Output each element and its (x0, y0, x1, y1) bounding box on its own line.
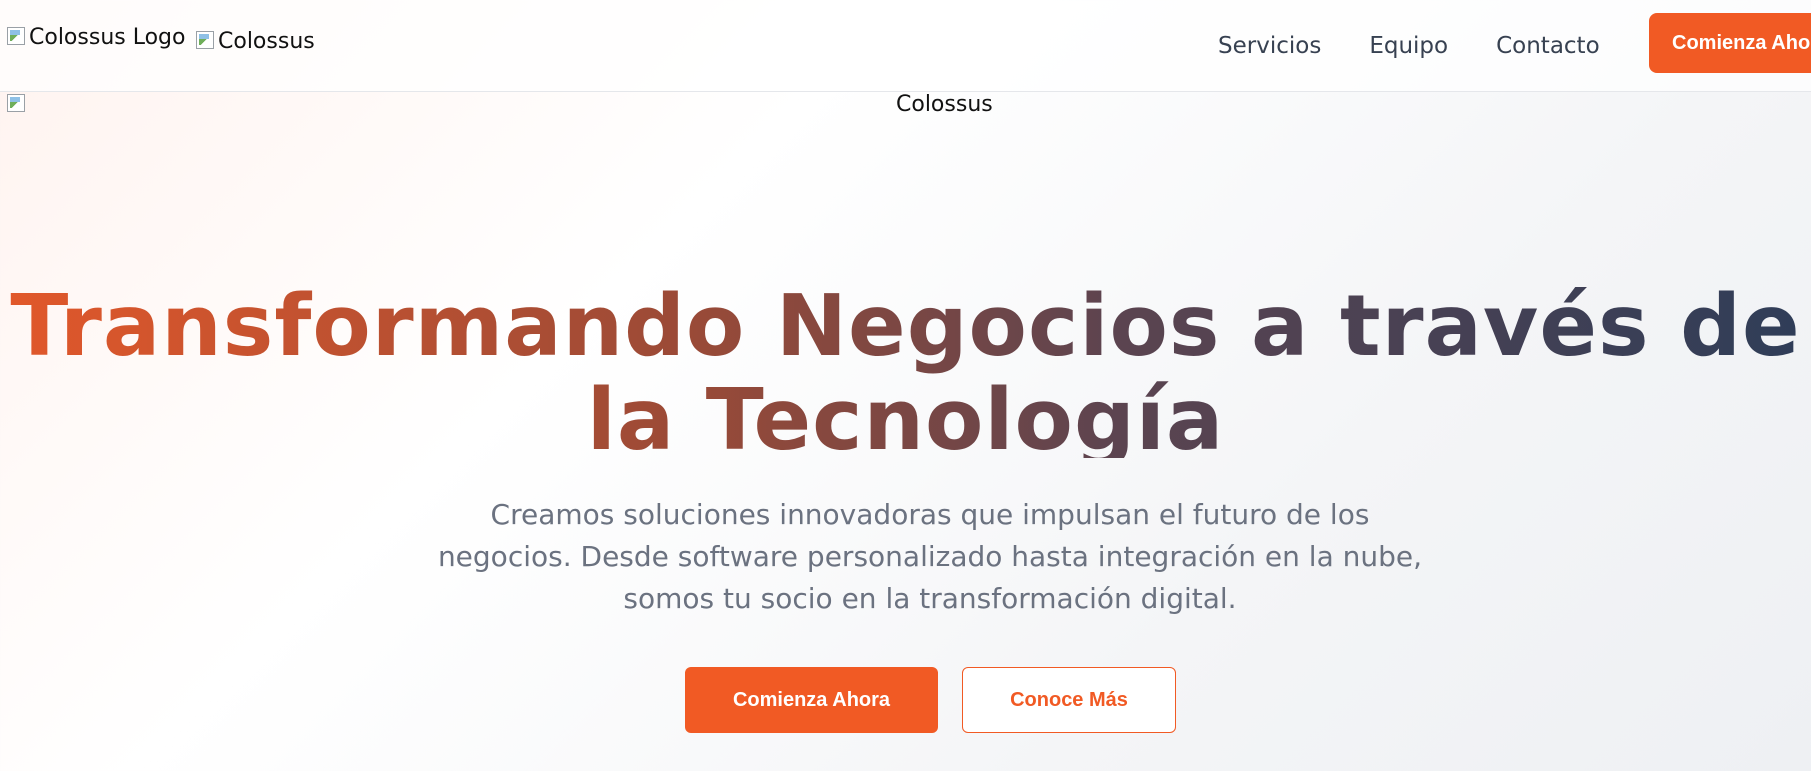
hero-image: Colossus (7, 92, 1811, 117)
logo-image[interactable]: Colossus Logo (7, 25, 185, 50)
navbar: Colossus Logo Colossus Servicios Equipo … (0, 0, 1811, 92)
brand-image[interactable]: Colossus (196, 29, 315, 54)
nav-link-equipo[interactable]: Equipo (1369, 33, 1448, 59)
hero-secondary-button[interactable]: Conoce Más (962, 667, 1176, 733)
nav-link-servicios[interactable]: Servicios (1218, 33, 1321, 59)
broken-image-icon (7, 27, 27, 45)
brand-alt-text: Colossus (218, 29, 315, 54)
hero-image-alt-text: Colossus (896, 92, 993, 117)
hero-primary-button[interactable]: Comienza Ahora (685, 667, 938, 733)
broken-image-icon (196, 31, 216, 49)
nav-links: Servicios Equipo Contacto (1218, 0, 1648, 92)
logo-alt-text: Colossus Logo (29, 25, 186, 50)
nav-link-contacto[interactable]: Contacto (1496, 33, 1600, 59)
hero-subtitle: Creamos soluciones innovadoras que impul… (437, 498, 1423, 615)
broken-image-icon (7, 94, 27, 112)
hero-title: Transformando Negocios a través de la Te… (0, 280, 1811, 458)
nav-cta-button[interactable]: Comienza Ahora (1649, 13, 1811, 73)
